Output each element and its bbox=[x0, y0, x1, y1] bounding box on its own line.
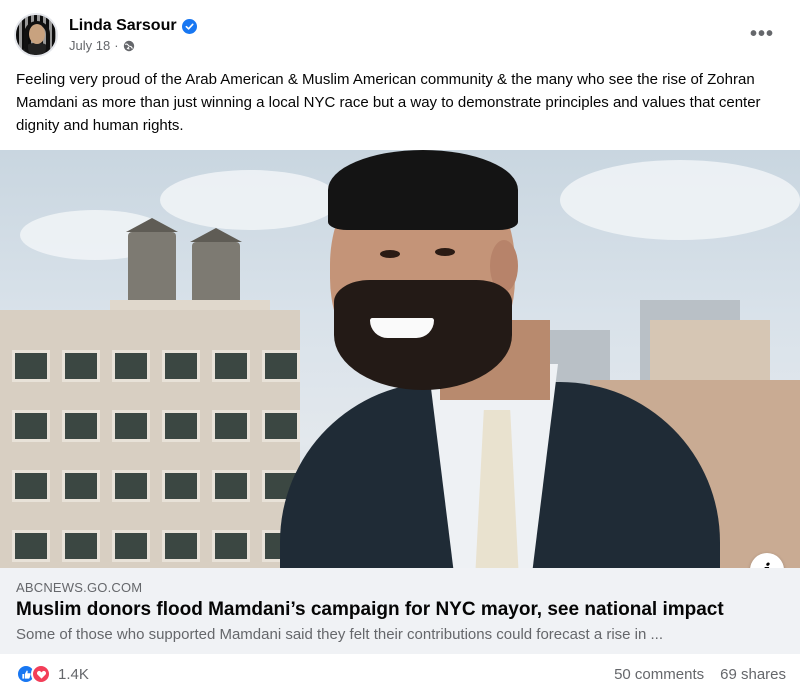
link-description: Some of those who supported Mamdani said… bbox=[16, 626, 664, 643]
link-preview-image[interactable]: i bbox=[0, 150, 800, 568]
more-options-icon[interactable]: ••• bbox=[744, 20, 780, 48]
comments-count[interactable]: 50 comments bbox=[614, 666, 704, 683]
post-meta: July 18 · bbox=[69, 38, 197, 53]
verified-badge-icon bbox=[181, 18, 197, 34]
post-text: Feeling very proud of the Arab American … bbox=[16, 71, 761, 134]
link-title[interactable]: Muslim donors flood Mamdani’s campaign f… bbox=[16, 599, 724, 621]
reactions-summary[interactable]: 1.4K bbox=[16, 664, 89, 684]
author-avatar[interactable] bbox=[14, 13, 58, 57]
author-info: Linda Sarsour July 18 · bbox=[69, 17, 197, 53]
shares-count[interactable]: 69 shares bbox=[720, 666, 786, 683]
post-header: Linda Sarsour July 18 · bbox=[14, 13, 197, 57]
link-domain: ABCNEWS.GO.COM bbox=[16, 580, 143, 595]
love-icon bbox=[31, 664, 51, 684]
meta-separator: · bbox=[114, 38, 119, 53]
post-footer: 1.4K 50 comments 69 shares bbox=[16, 661, 786, 687]
facebook-post: Linda Sarsour July 18 · ••• Feeling very… bbox=[0, 0, 800, 696]
subject-person bbox=[270, 150, 730, 568]
globe-icon[interactable] bbox=[123, 40, 135, 52]
post-date[interactable]: July 18 bbox=[69, 38, 110, 53]
author-name[interactable]: Linda Sarsour bbox=[69, 17, 177, 35]
link-preview-bar[interactable]: ABCNEWS.GO.COM Muslim donors flood Mamda… bbox=[0, 568, 800, 654]
reaction-count: 1.4K bbox=[58, 665, 89, 683]
